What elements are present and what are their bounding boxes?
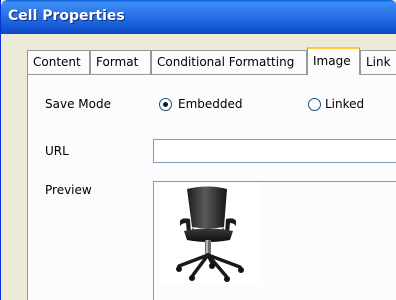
preview-label: Preview [45, 183, 92, 197]
linked-radio-label[interactable]: Linked [325, 97, 364, 111]
embedded-radio-label[interactable]: Embedded [178, 97, 243, 111]
tab-strip: Content Format Conditional Formatting Im… [1, 34, 396, 75]
title-bar[interactable]: Cell Properties [1, 0, 396, 34]
tab-image[interactable]: Image [307, 47, 360, 75]
url-label: URL [45, 144, 69, 158]
radio-selected-dot [163, 102, 168, 107]
linked-radio[interactable] [308, 98, 321, 111]
tab-conditional-formatting[interactable]: Conditional Formatting [151, 50, 307, 74]
preview-image [160, 183, 260, 283]
save-mode-label: Save Mode [45, 97, 111, 111]
url-input[interactable] [153, 139, 396, 163]
tab-content[interactable]: Content [27, 50, 90, 74]
office-chair-image [176, 186, 244, 282]
tab-format[interactable]: Format [90, 50, 151, 74]
cell-properties-dialog: Cell Properties Content Format Condition… [0, 0, 396, 300]
dialog-title: Cell Properties [8, 8, 125, 24]
embedded-radio[interactable] [159, 98, 172, 111]
tab-link[interactable]: Link [360, 50, 396, 74]
